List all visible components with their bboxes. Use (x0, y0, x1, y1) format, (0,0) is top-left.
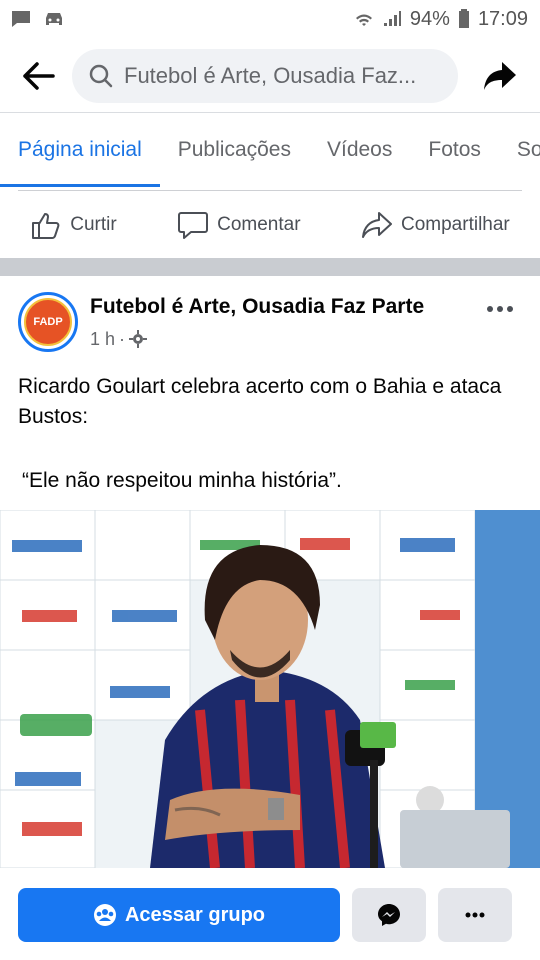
status-left (10, 9, 66, 29)
back-arrow-icon (23, 62, 55, 90)
post-options-button[interactable] (486, 292, 514, 320)
post-quote: “Ele não respeitou minha história”. (22, 469, 342, 492)
group-icon (93, 904, 116, 926)
tabs-divider (18, 190, 522, 191)
search-input[interactable]: Futebol é Arte, Ousadia Faz... (72, 49, 458, 103)
more-dots-icon (487, 306, 513, 312)
tab-videos[interactable]: Vídeos (309, 113, 410, 187)
clock: 17:09 (477, 7, 528, 30)
header: Futebol é Arte, Ousadia Faz... (0, 38, 540, 114)
post-time-separator: · (119, 328, 126, 349)
status-right: 94% 17:09 (354, 8, 528, 31)
page-avatar[interactable]: FADP (18, 292, 78, 352)
share-icon (362, 212, 392, 238)
join-group-label: Acessar grupo (124, 903, 266, 926)
messenger-button[interactable] (352, 888, 426, 942)
like-label: Curtir (70, 214, 117, 235)
post-header: FADP Futebol é Arte, Ousadia Faz Parte 1… (0, 276, 540, 368)
bottom-action-bar: Acessar grupo (0, 870, 540, 960)
chat-notification-icon (12, 11, 30, 27)
status-bar: 94% 17:09 (0, 0, 540, 38)
share-label: Compartilhar (401, 214, 510, 235)
post-timestamp[interactable]: 1 h · (90, 329, 424, 350)
comment-button[interactable]: Comentar (177, 210, 301, 240)
wifi-icon (355, 14, 372, 26)
tab-more[interactable]: Sol (499, 113, 540, 187)
more-options-button[interactable] (438, 888, 512, 942)
comment-icon (178, 212, 209, 239)
thumbs-up-icon (32, 213, 60, 239)
feed-separator (0, 258, 540, 276)
share-post-button[interactable]: Compartilhar (361, 210, 510, 240)
battery-icon (458, 9, 469, 28)
tab-photos[interactable]: Fotos (410, 113, 499, 187)
car-icon (46, 13, 62, 25)
back-button[interactable] (16, 54, 60, 98)
share-arrow-icon (484, 62, 516, 90)
signal-icon (383, 11, 401, 26)
post-meta: Futebol é Arte, Ousadia Faz Parte 1 h · (90, 295, 424, 350)
avatar-logo: FADP (24, 298, 72, 346)
post-time-text: 1 h (90, 328, 116, 349)
battery-percent: 94% (409, 7, 450, 30)
press-conference-photo (0, 510, 540, 868)
like-button[interactable]: Curtir (30, 210, 117, 240)
page-tabs: Página inicial Publicações Vídeos Fotos … (0, 113, 540, 187)
post-author[interactable]: Futebol é Arte, Ousadia Faz Parte (90, 295, 424, 319)
search-icon (89, 64, 113, 88)
comment-label: Comentar (217, 214, 301, 235)
post-photo[interactable] (0, 510, 540, 868)
post-actions: Curtir Comentar Compartilhar (0, 192, 540, 258)
more-horizontal-icon (465, 912, 485, 918)
settings-gear-icon (129, 330, 148, 348)
join-group-button[interactable]: Acessar grupo (18, 888, 340, 942)
messenger-icon (378, 904, 400, 926)
tab-posts[interactable]: Publicações (160, 113, 309, 187)
share-button[interactable] (478, 54, 522, 98)
tab-home[interactable]: Página inicial (0, 113, 160, 187)
post-text: Ricardo Goulart celebra acerto com o Bah… (18, 375, 502, 428)
search-text: Futebol é Arte, Ousadia Faz... (124, 63, 417, 88)
